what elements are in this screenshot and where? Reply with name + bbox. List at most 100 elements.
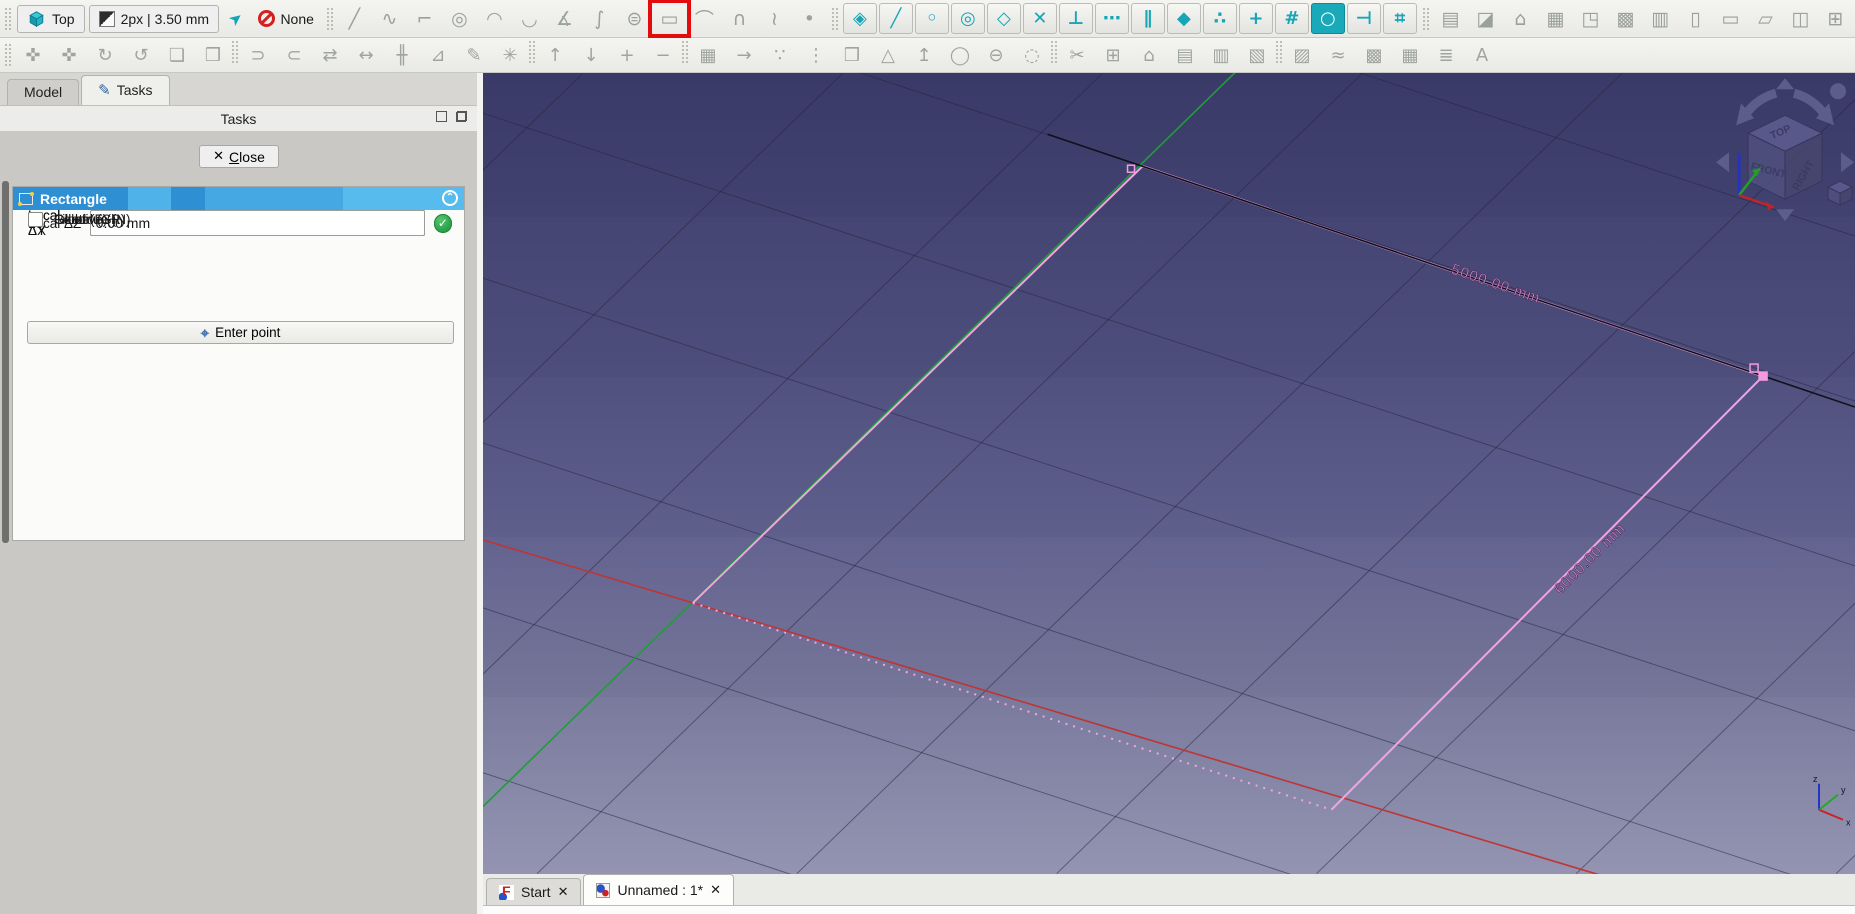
snap-intersection-icon[interactable]: ✕ — [1023, 3, 1057, 34]
continue-checkbox[interactable]: Continue (N) — [28, 210, 131, 228]
snap-near-icon[interactable]: ∴ — [1203, 3, 1237, 34]
part-box-icon[interactable]: ❒ — [834, 40, 870, 70]
snap-lock-icon[interactable]: ◈ — [843, 3, 877, 34]
tab-tasks[interactable]: ✎ Tasks — [81, 75, 169, 105]
dock-restore-icon[interactable] — [456, 111, 467, 122]
arch-building-icon[interactable]: ⌂ — [1503, 4, 1538, 34]
draft-edit-icon[interactable]: ✎ — [456, 40, 492, 70]
draft-rectangle-icon[interactable]: ▭ — [652, 4, 687, 34]
snap-angle-icon[interactable]: ◇ — [987, 3, 1021, 34]
snap-midpoint-icon[interactable]: ◦ — [915, 3, 949, 34]
draft-circle-icon[interactable]: ◎ — [442, 4, 477, 34]
close-task-button[interactable]: ✕ Close — [199, 145, 279, 168]
part-extrude-icon[interactable]: ↥ — [906, 40, 942, 70]
sep3[interactable] — [681, 40, 690, 64]
mdi-tab-start[interactable]: Start ✕ — [486, 878, 581, 905]
doc-export-icon[interactable]: ▨ — [1284, 40, 1320, 70]
arch-column-icon[interactable]: ▯ — [1678, 4, 1713, 34]
sep5[interactable] — [1275, 40, 1284, 64]
doc-open-icon[interactable]: ▥ — [1203, 40, 1239, 70]
rotate-cw-arrow-icon[interactable] — [1841, 152, 1854, 172]
draft-cubic-bezier-icon[interactable]: ∩ — [722, 4, 757, 34]
snap-ortho-icon[interactable]: + — [1239, 3, 1273, 34]
draft-ortho-array-icon[interactable]: ▦ — [690, 40, 726, 70]
draft-move-copy-icon[interactable]: ✜ — [51, 40, 87, 70]
doc-chart-icon[interactable]: ▧ — [1239, 40, 1275, 70]
arch-floorplan-icon[interactable]: ▦ — [1538, 4, 1573, 34]
enter-point-button[interactable]: ⌖ Enter point — [27, 321, 454, 344]
mdi-tab-unnamed[interactable]: Unnamed : 1* ✕ — [583, 874, 734, 905]
arch-door-icon[interactable]: ◫ — [1783, 4, 1818, 34]
draft-downgrade-icon[interactable]: ↓ — [573, 40, 609, 70]
snap-arrow-icon[interactable]: ➤ — [218, 2, 253, 35]
draft-trim-icon[interactable]: ╫ — [384, 40, 420, 70]
rotate-left-arrow-icon[interactable] — [1745, 93, 1776, 115]
edit-cut-icon[interactable]: ✂ — [1059, 40, 1095, 70]
draft-add-point-icon[interactable]: + — [609, 40, 645, 70]
rotate-right-arrow-icon[interactable] — [1794, 93, 1825, 115]
draft-clone-icon[interactable]: ❏ — [159, 40, 195, 70]
tasks-scrollbar[interactable] — [2, 181, 9, 543]
draft-path-array-icon[interactable]: → — [726, 40, 762, 70]
draft-point-array-icon[interactable]: ∵ — [762, 40, 798, 70]
draft-arc-3points-icon[interactable]: ◡ — [512, 4, 547, 34]
draft-polyline-icon[interactable]: ∿ — [372, 4, 407, 34]
toolbar-grip[interactable] — [1422, 7, 1429, 31]
snap-extension-icon[interactable]: ⋯ — [1095, 3, 1129, 34]
draft-subelement-icon[interactable]: ✳ — [492, 40, 528, 70]
snap-perpendicular-icon[interactable]: ⊥ — [1059, 3, 1093, 34]
draft-upgrade-icon[interactable]: ↑ — [537, 40, 573, 70]
draft-mirror-icon[interactable]: ⇄ — [312, 40, 348, 70]
part-torus-icon[interactable]: ◌ — [1014, 40, 1050, 70]
snap-endpoint-icon[interactable]: ╱ — [879, 3, 913, 34]
draft-rotate-icon[interactable]: ↻ — [87, 40, 123, 70]
snap-parallel-icon[interactable]: ∥ — [1131, 3, 1165, 34]
line-width-button[interactable]: 2px | 3.50 mm — [89, 5, 219, 33]
snap-special-icon[interactable]: ◆ — [1167, 3, 1201, 34]
coordinate-input[interactable]: 0.00 mm — [90, 210, 425, 236]
toolbar-grip[interactable] — [326, 7, 333, 31]
navigation-cube[interactable]: TOP FRONT RIGHT — [1716, 78, 1854, 221]
draft-arc-icon[interactable]: ◠ — [477, 4, 512, 34]
close-tab-icon[interactable]: ✕ — [710, 883, 721, 898]
arch-beam-icon[interactable]: ▭ — [1713, 4, 1748, 34]
doc-hatch-icon[interactable]: ▩ — [1356, 40, 1392, 70]
rotate-ccw-arrow-icon[interactable] — [1716, 152, 1729, 172]
toolbar-grip[interactable] — [4, 7, 11, 31]
draft-offset-icon[interactable]: ⊃ — [240, 40, 276, 70]
draft-ellipse-icon[interactable]: ⊜ — [617, 4, 652, 34]
draft-bspline-icon[interactable]: ⌒ — [687, 4, 722, 34]
arch-wall-icon[interactable]: ▩ — [1608, 4, 1643, 34]
arch-space-icon[interactable]: ◪ — [1468, 4, 1503, 34]
autogroup-button[interactable]: None — [250, 10, 321, 27]
draft-rotate-copy-icon[interactable]: ↺ — [123, 40, 159, 70]
draft-offset-copy-icon[interactable]: ⊂ — [276, 40, 312, 70]
draft-stretch-icon[interactable]: ↔ — [348, 40, 384, 70]
draft-fillet-icon[interactable]: ⌐ — [407, 4, 442, 34]
sep4[interactable] — [1050, 40, 1059, 64]
arch-house-icon[interactable]: ⌂ — [1131, 40, 1167, 70]
sep2[interactable] — [528, 40, 537, 64]
tab-model[interactable]: ✎ Model — [7, 79, 79, 105]
snap-working-plane-icon[interactable]: ○ — [1311, 3, 1345, 34]
working-plane-top-button[interactable]: Top — [17, 5, 85, 33]
part-ellipsoid-icon[interactable]: ⊖ — [978, 40, 1014, 70]
sketch-grid-icon[interactable]: ⊞ — [1095, 40, 1131, 70]
dock-float-icon[interactable] — [436, 111, 447, 122]
draft-line-icon[interactable]: ╱ — [337, 4, 372, 34]
draft-point-icon[interactable]: • — [792, 4, 827, 34]
arch-curtain-wall-icon[interactable]: ▥ — [1643, 4, 1678, 34]
tilt-up-arrow-icon[interactable] — [1776, 78, 1794, 89]
toolbar-grip[interactable] — [831, 7, 838, 31]
part-pyramid-icon[interactable]: △ — [870, 40, 906, 70]
arch-panel-icon[interactable]: ▱ — [1748, 4, 1783, 34]
annotation-styles-icon[interactable]: A — [1464, 40, 1500, 70]
arch-reference-icon[interactable]: ▤ — [1433, 4, 1468, 34]
draft-array-box-icon[interactable]: ❒ — [195, 40, 231, 70]
draft-bezier-tools-icon[interactable]: ≀ — [757, 4, 792, 34]
toolbar-grip[interactable] — [4, 43, 11, 67]
draft-move-icon[interactable]: ✜ — [15, 40, 51, 70]
snap-grid-icon[interactable]: # — [1275, 3, 1309, 34]
snap-dimensions-icon[interactable]: ⊣ — [1347, 3, 1381, 34]
arch-section-plane-icon[interactable]: ◳ — [1573, 4, 1608, 34]
